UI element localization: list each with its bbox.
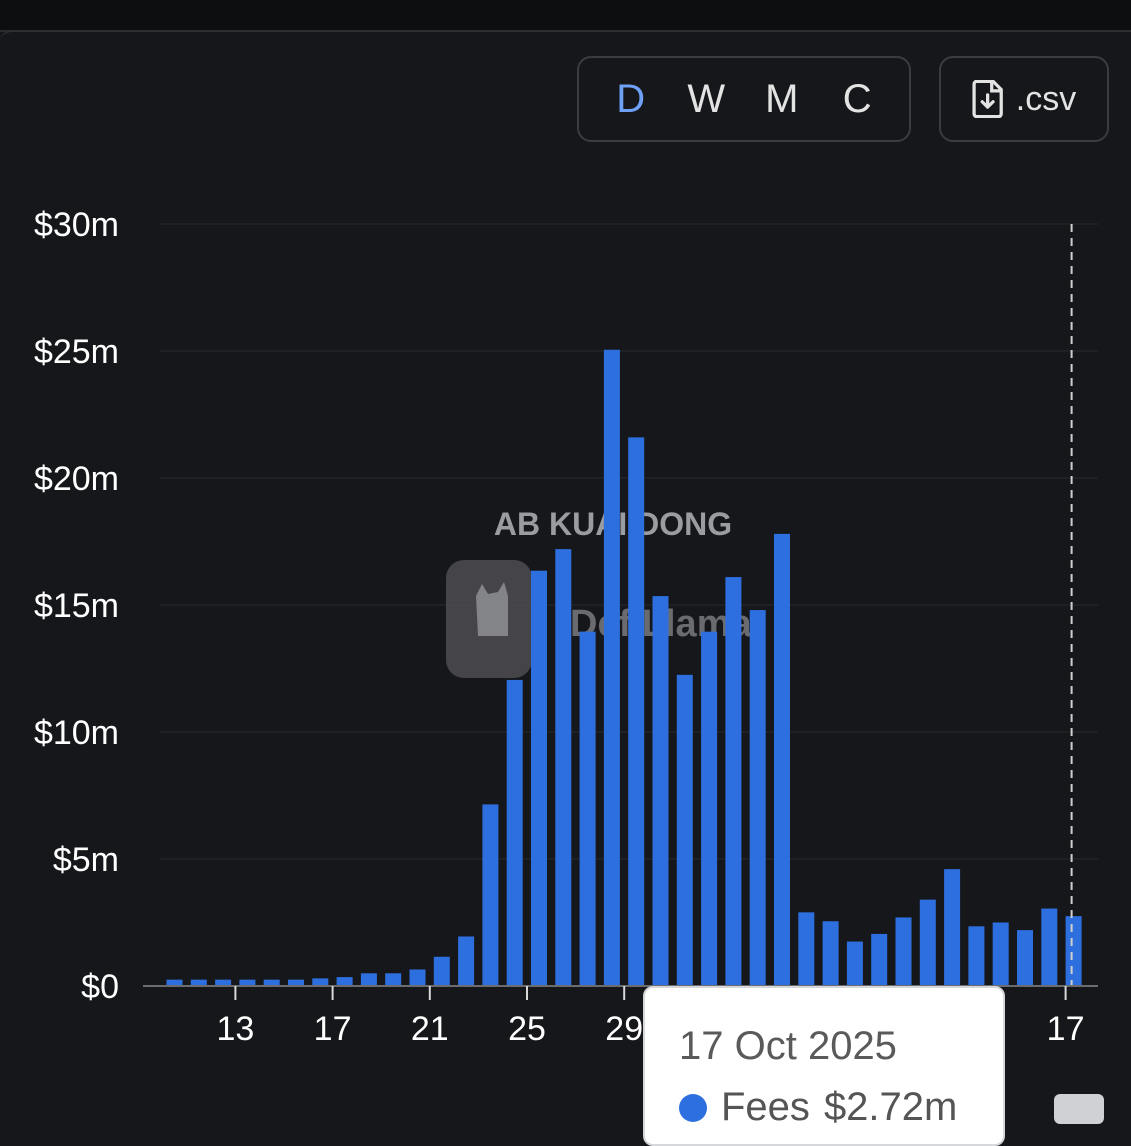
bar[interactable] bbox=[992, 922, 1009, 987]
bar[interactable] bbox=[409, 969, 426, 986]
bar[interactable] bbox=[1065, 916, 1082, 986]
bar[interactable] bbox=[725, 577, 742, 986]
y-tick-label: $5m bbox=[53, 841, 119, 879]
bar[interactable] bbox=[676, 674, 693, 986]
bar[interactable] bbox=[531, 570, 547, 986]
tooltip-series-label: Fees bbox=[721, 1085, 810, 1129]
x-tick-label: 13 bbox=[216, 1010, 254, 1048]
hover-tooltip: 17 Oct 2025 Fees $2.72m bbox=[643, 986, 1005, 1146]
x-tick-label: 25 bbox=[508, 1010, 546, 1048]
x-tick-label: 21 bbox=[411, 1010, 449, 1048]
llama-logo-icon bbox=[446, 560, 532, 678]
y-tick-label: $10m bbox=[34, 714, 119, 752]
bar[interactable] bbox=[360, 973, 377, 986]
y-axis-labels: $0 $5m $10m $15m $20m $25m $30m bbox=[34, 206, 119, 1006]
bar[interactable] bbox=[822, 921, 839, 986]
y-tick-label: $0 bbox=[81, 968, 119, 1006]
bar[interactable] bbox=[652, 596, 669, 986]
bar[interactable] bbox=[1017, 930, 1033, 986]
bar[interactable] bbox=[506, 679, 523, 986]
tooltip-value: $2.72m bbox=[823, 1085, 958, 1129]
y-tick-label: $15m bbox=[34, 587, 119, 625]
bar[interactable] bbox=[1041, 908, 1058, 986]
chart-options-icon[interactable] bbox=[1054, 1094, 1104, 1124]
bar[interactable] bbox=[871, 933, 888, 986]
x-tick-label: 17 bbox=[314, 1010, 352, 1048]
bar[interactable] bbox=[482, 804, 499, 986]
bar[interactable] bbox=[458, 936, 475, 986]
tooltip-date: 17 Oct 2025 bbox=[679, 1024, 897, 1068]
bar[interactable] bbox=[603, 349, 620, 987]
bar[interactable] bbox=[895, 917, 912, 986]
y-tick-label: $20m bbox=[34, 460, 119, 498]
bar[interactable] bbox=[749, 610, 766, 986]
bar[interactable] bbox=[968, 926, 985, 986]
bar[interactable] bbox=[798, 912, 815, 986]
bar[interactable] bbox=[336, 977, 353, 986]
bar[interactable] bbox=[628, 437, 645, 986]
bar[interactable] bbox=[385, 973, 402, 986]
bar[interactable] bbox=[312, 978, 329, 986]
bar[interactable] bbox=[555, 549, 572, 986]
fees-bar-chart: $0$5m$10m$15m$20m$25m$30m AB KUAI DONG D… bbox=[34, 206, 1098, 1048]
bar[interactable] bbox=[919, 899, 936, 986]
bar[interactable] bbox=[846, 941, 863, 986]
bar[interactable] bbox=[433, 956, 450, 986]
bar[interactable] bbox=[944, 869, 961, 986]
y-tick-label: $25m bbox=[34, 333, 119, 371]
x-tick-label: 17 bbox=[1047, 1010, 1085, 1048]
tooltip-series-row: Fees $2.72m bbox=[679, 1085, 1003, 1130]
y-tick-label: $30m bbox=[34, 206, 119, 244]
bar[interactable] bbox=[579, 631, 596, 986]
bars bbox=[166, 349, 1082, 987]
bar[interactable] bbox=[774, 533, 790, 986]
series-color-dot bbox=[679, 1093, 707, 1122]
x-tick-label: 29 bbox=[605, 1010, 643, 1048]
bar[interactable] bbox=[701, 631, 718, 986]
